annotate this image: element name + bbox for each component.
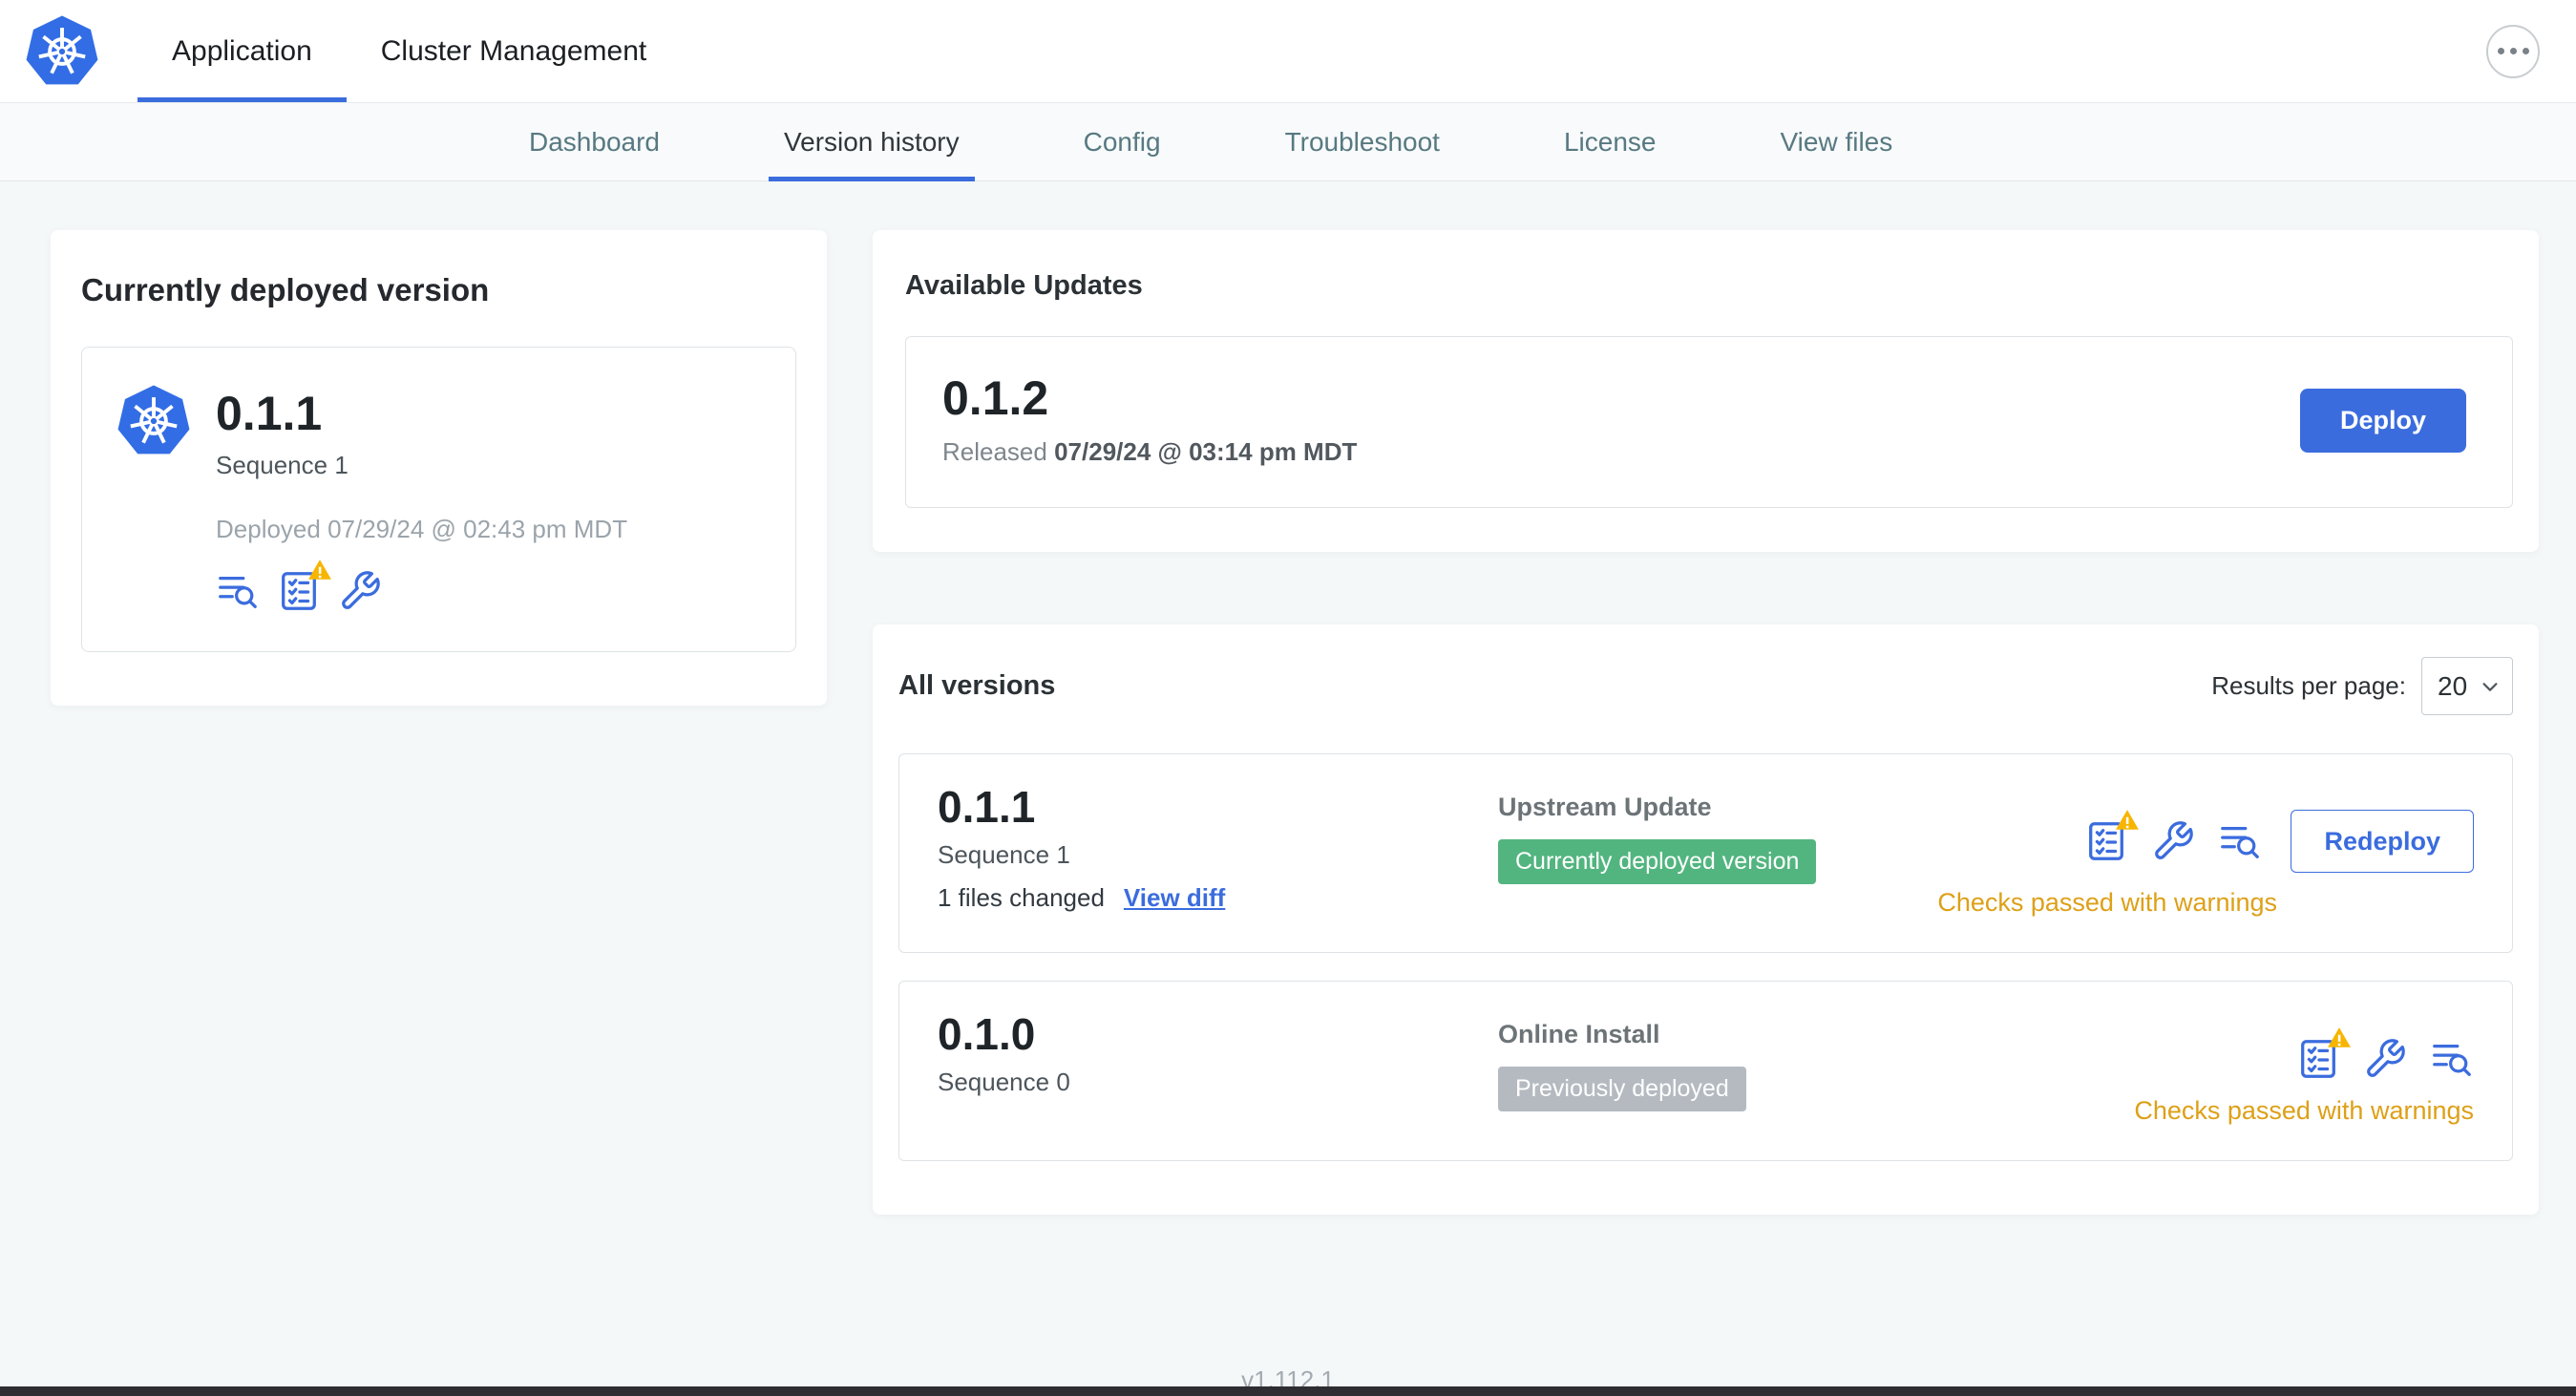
warning-triangle-icon: [2328, 1027, 2351, 1047]
subnav-tab-label: Dashboard: [529, 126, 660, 157]
version-source: Online Install Previously deployed: [1498, 1012, 1746, 1111]
released-date-value: 07/29/24 @ 03:14 pm MDT: [1054, 436, 1358, 466]
subnav-tab-label: Version history: [783, 126, 960, 157]
app-footer: v1.112.1: [0, 1215, 2576, 1395]
header-tabs: Application Cluster Management: [137, 0, 681, 102]
subnav-tab-label: Config: [1083, 126, 1161, 157]
subnav-tab-view-files[interactable]: View files: [1780, 103, 1892, 180]
subnav-tab-dashboard[interactable]: Dashboard: [529, 103, 660, 180]
app-header: Application Cluster Management: [0, 0, 2576, 103]
all-versions-header: All versions Results per page: 20: [898, 657, 2513, 715]
subnav-tab-config[interactable]: Config: [1084, 103, 1161, 180]
right-column: Available Updates 0.1.2 Released 07/29/2…: [873, 230, 2539, 1215]
header-tab-application[interactable]: Application: [137, 0, 347, 102]
subnav-tab-label: Troubleshoot: [1284, 126, 1440, 157]
version-details: 0.1.1 Sequence 1 1 files changed View di…: [938, 785, 1498, 913]
preflight-checks-icon[interactable]: [277, 560, 331, 613]
results-per-page-select[interactable]: 20: [2421, 657, 2513, 715]
released-label: Released: [942, 436, 1047, 466]
preflight-checks-icon[interactable]: [2084, 810, 2140, 863]
app-subnav: Dashboard Version history Config Trouble…: [0, 103, 2576, 181]
version-number: 0.1.0: [938, 1009, 1036, 1059]
version-action-icons: [2296, 1027, 2474, 1081]
source-label: Online Install: [1498, 1020, 1660, 1048]
all-versions-title: All versions: [898, 670, 1056, 701]
current-version-sequence: Sequence 1: [216, 451, 348, 479]
currently-deployed-title: Currently deployed version: [81, 272, 490, 307]
kubernetes-app-icon: [116, 384, 191, 613]
subnav-tab-label: License: [1563, 126, 1657, 157]
available-update-row: 0.1.2 Released 07/29/24 @ 03:14 pm MDT D…: [905, 336, 2513, 508]
update-released-date: Released 07/29/24 @ 03:14 pm MDT: [942, 437, 1357, 467]
source-label: Upstream Update: [1498, 793, 1712, 821]
update-version-number: 0.1.2: [942, 370, 1049, 425]
ellipsis-icon: [2509, 48, 2517, 54]
version-actions: Redeploy Checks passed with warnings: [1937, 785, 2474, 918]
version-details: 0.1.0 Sequence 0: [938, 1012, 1498, 1097]
more-menu-button[interactable]: [2486, 24, 2540, 78]
subnav-tab-version-history[interactable]: Version history: [769, 103, 975, 181]
update-details: 0.1.2 Released 07/29/24 @ 03:14 pm MDT: [942, 374, 1357, 467]
warning-triangle-icon: [2116, 810, 2140, 830]
header-tab-label: Cluster Management: [380, 34, 647, 67]
subnav-tab-license[interactable]: License: [1564, 103, 1657, 180]
ellipsis-icon: [2522, 48, 2529, 54]
results-per-page-value: 20: [2438, 670, 2468, 701]
files-changed-text: 1 files changed: [938, 883, 1105, 912]
results-per-page-label: Results per page:: [2211, 671, 2406, 700]
version-sequence: Sequence 1: [938, 840, 1070, 869]
window-bottom-edge: [0, 1386, 2576, 1396]
checks-status-text: Checks passed with warnings: [1937, 888, 2277, 917]
current-version-action-icons: [216, 560, 627, 613]
config-wrench-icon[interactable]: [2151, 819, 2195, 863]
available-updates-title: Available Updates: [905, 270, 1143, 301]
header-tab-label: Application: [172, 34, 312, 67]
all-versions-card: All versions Results per page: 20 0.1.1 …: [873, 624, 2539, 1215]
logs-icon[interactable]: [216, 569, 260, 613]
chevron-down-icon: [2482, 682, 2498, 691]
logs-icon[interactable]: [2218, 819, 2262, 863]
currently-deployed-version-box: 0.1.1 Sequence 1 Deployed 07/29/24 @ 02:…: [81, 347, 796, 652]
version-action-icons: [2084, 810, 2262, 863]
version-sequence: Sequence 0: [938, 1068, 1070, 1096]
preflight-checks-icon[interactable]: [2296, 1027, 2351, 1081]
version-number: 0.1.1: [938, 782, 1036, 832]
currently-deployed-card: Currently deployed version 0.1.1 Sequenc…: [51, 230, 827, 706]
checks-status-text: Checks passed with warnings: [2134, 1096, 2474, 1125]
version-row-0-1-0: 0.1.0 Sequence 0 Online Install Previous…: [898, 981, 2513, 1161]
logs-icon[interactable]: [2430, 1037, 2474, 1081]
warning-triangle-icon: [308, 560, 331, 580]
header-tab-cluster-management[interactable]: Cluster Management: [347, 0, 681, 102]
ellipsis-icon: [2497, 48, 2504, 54]
current-version-number: 0.1.1: [216, 387, 323, 440]
deploy-button[interactable]: Deploy: [2299, 388, 2466, 453]
version-source: Upstream Update Currently deployed versi…: [1498, 785, 1817, 884]
config-wrench-icon[interactable]: [338, 569, 382, 613]
current-version-details: 0.1.1 Sequence 1 Deployed 07/29/24 @ 02:…: [216, 384, 627, 613]
subnav-tab-troubleshoot[interactable]: Troubleshoot: [1285, 103, 1440, 180]
version-row-0-1-1: 0.1.1 Sequence 1 1 files changed View di…: [898, 753, 2513, 953]
current-version-deployed-date: Deployed 07/29/24 @ 02:43 pm MDT: [216, 515, 628, 543]
config-wrench-icon[interactable]: [2363, 1037, 2407, 1081]
kubernetes-logo-icon: [26, 15, 98, 84]
kubernetes-logo: [0, 0, 137, 102]
view-diff-link[interactable]: View diff: [1124, 883, 1225, 913]
redeploy-button[interactable]: Redeploy: [2291, 810, 2474, 873]
main-content: Currently deployed version 0.1.1 Sequenc…: [0, 181, 2576, 1215]
version-actions: Checks passed with warnings: [2134, 1012, 2474, 1126]
available-updates-card: Available Updates 0.1.2 Released 07/29/2…: [873, 230, 2539, 552]
deployed-status-badge: Currently deployed version: [1498, 839, 1817, 884]
subnav-tab-label: View files: [1780, 126, 1893, 157]
deployed-status-badge: Previously deployed: [1498, 1067, 1746, 1111]
